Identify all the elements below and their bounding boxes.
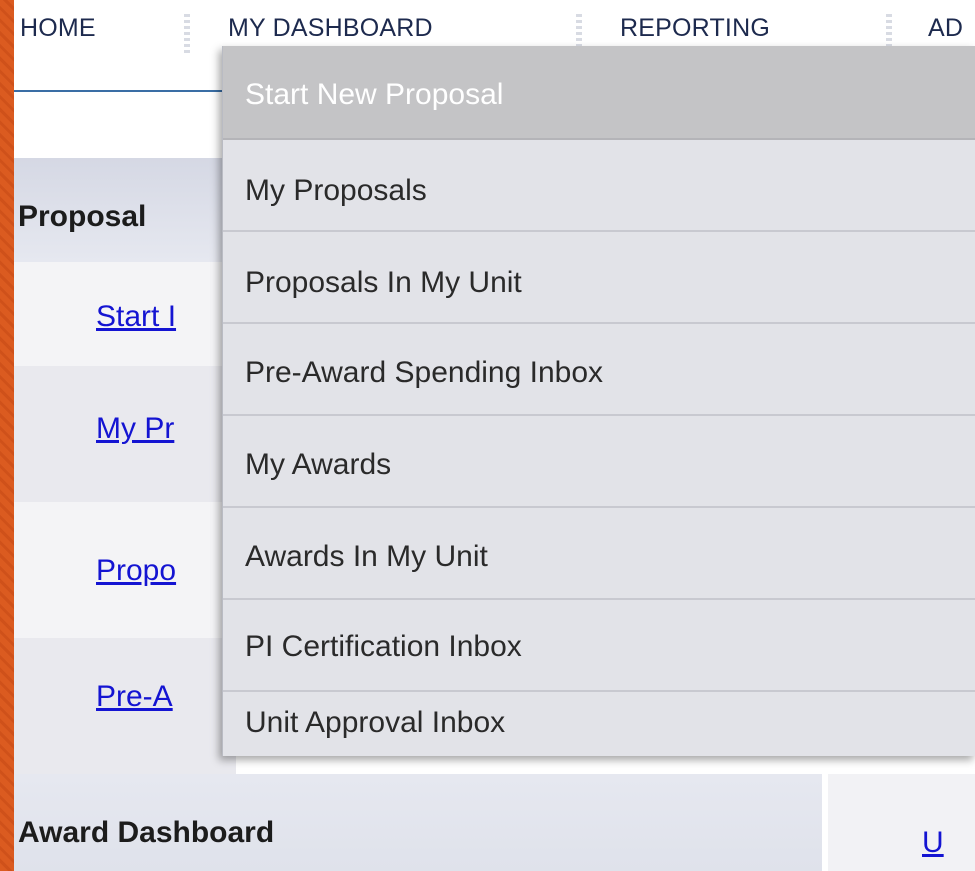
- link-start-new-proposal[interactable]: Start I: [96, 300, 176, 334]
- menu-item-label: Pre-Award Spending Inbox: [245, 356, 604, 389]
- dashboard-row: My Pr: [14, 366, 236, 502]
- menu-item-my-awards[interactable]: My Awards: [223, 416, 975, 508]
- menu-item-label: Start New Proposal: [245, 78, 504, 111]
- menu-item-unit-approval-inbox[interactable]: Unit Approval Inbox: [223, 692, 975, 756]
- menu-item-label: Unit Approval Inbox: [245, 706, 506, 739]
- my-dashboard-dropdown-menu: Start New Proposal My Proposals Proposal…: [222, 46, 975, 756]
- link-my-proposals[interactable]: My Pr: [96, 412, 174, 446]
- nav-separator: [184, 14, 190, 56]
- award-dashboard-header: Award Dashboard: [14, 774, 822, 871]
- nav-reporting[interactable]: REPORTING: [620, 14, 770, 43]
- proposal-header-label: Proposal: [18, 200, 147, 233]
- menu-item-label: Proposals In My Unit: [245, 266, 522, 299]
- award-header-label: Award Dashboard: [18, 816, 275, 849]
- dashboard-row: Pre-A: [14, 638, 236, 774]
- proposal-dashboard-header: Proposal: [14, 158, 236, 262]
- nav-home[interactable]: HOME: [20, 14, 96, 43]
- menu-item-proposals-in-my-unit[interactable]: Proposals In My Unit: [223, 232, 975, 324]
- right-column-link[interactable]: U: [922, 826, 944, 860]
- dashboard-row: Start I: [14, 262, 236, 366]
- link-pre-award-spending[interactable]: Pre-A: [96, 680, 173, 714]
- nav-admin[interactable]: AD: [928, 14, 963, 43]
- menu-item-pi-certification-inbox[interactable]: PI Certification Inbox: [223, 600, 975, 692]
- link-proposals-in-my-unit[interactable]: Propo: [96, 554, 176, 588]
- app-window: HOME MY DASHBOARD REPORTING AD Proposal …: [14, 0, 975, 871]
- menu-item-pre-award-spending-inbox[interactable]: Pre-Award Spending Inbox: [223, 324, 975, 416]
- menu-item-my-proposals[interactable]: My Proposals: [223, 140, 975, 232]
- nav-my-dashboard[interactable]: MY DASHBOARD: [228, 14, 433, 43]
- right-column-cell: U: [822, 774, 975, 871]
- menu-item-awards-in-my-unit[interactable]: Awards In My Unit: [223, 508, 975, 600]
- menu-item-label: PI Certification Inbox: [245, 630, 522, 663]
- dashboard-row: Propo: [14, 502, 236, 638]
- menu-item-label: My Awards: [245, 448, 392, 481]
- menu-item-label: Awards In My Unit: [245, 540, 488, 573]
- menu-item-start-new-proposal[interactable]: Start New Proposal: [223, 46, 975, 140]
- menu-item-label: My Proposals: [245, 174, 427, 207]
